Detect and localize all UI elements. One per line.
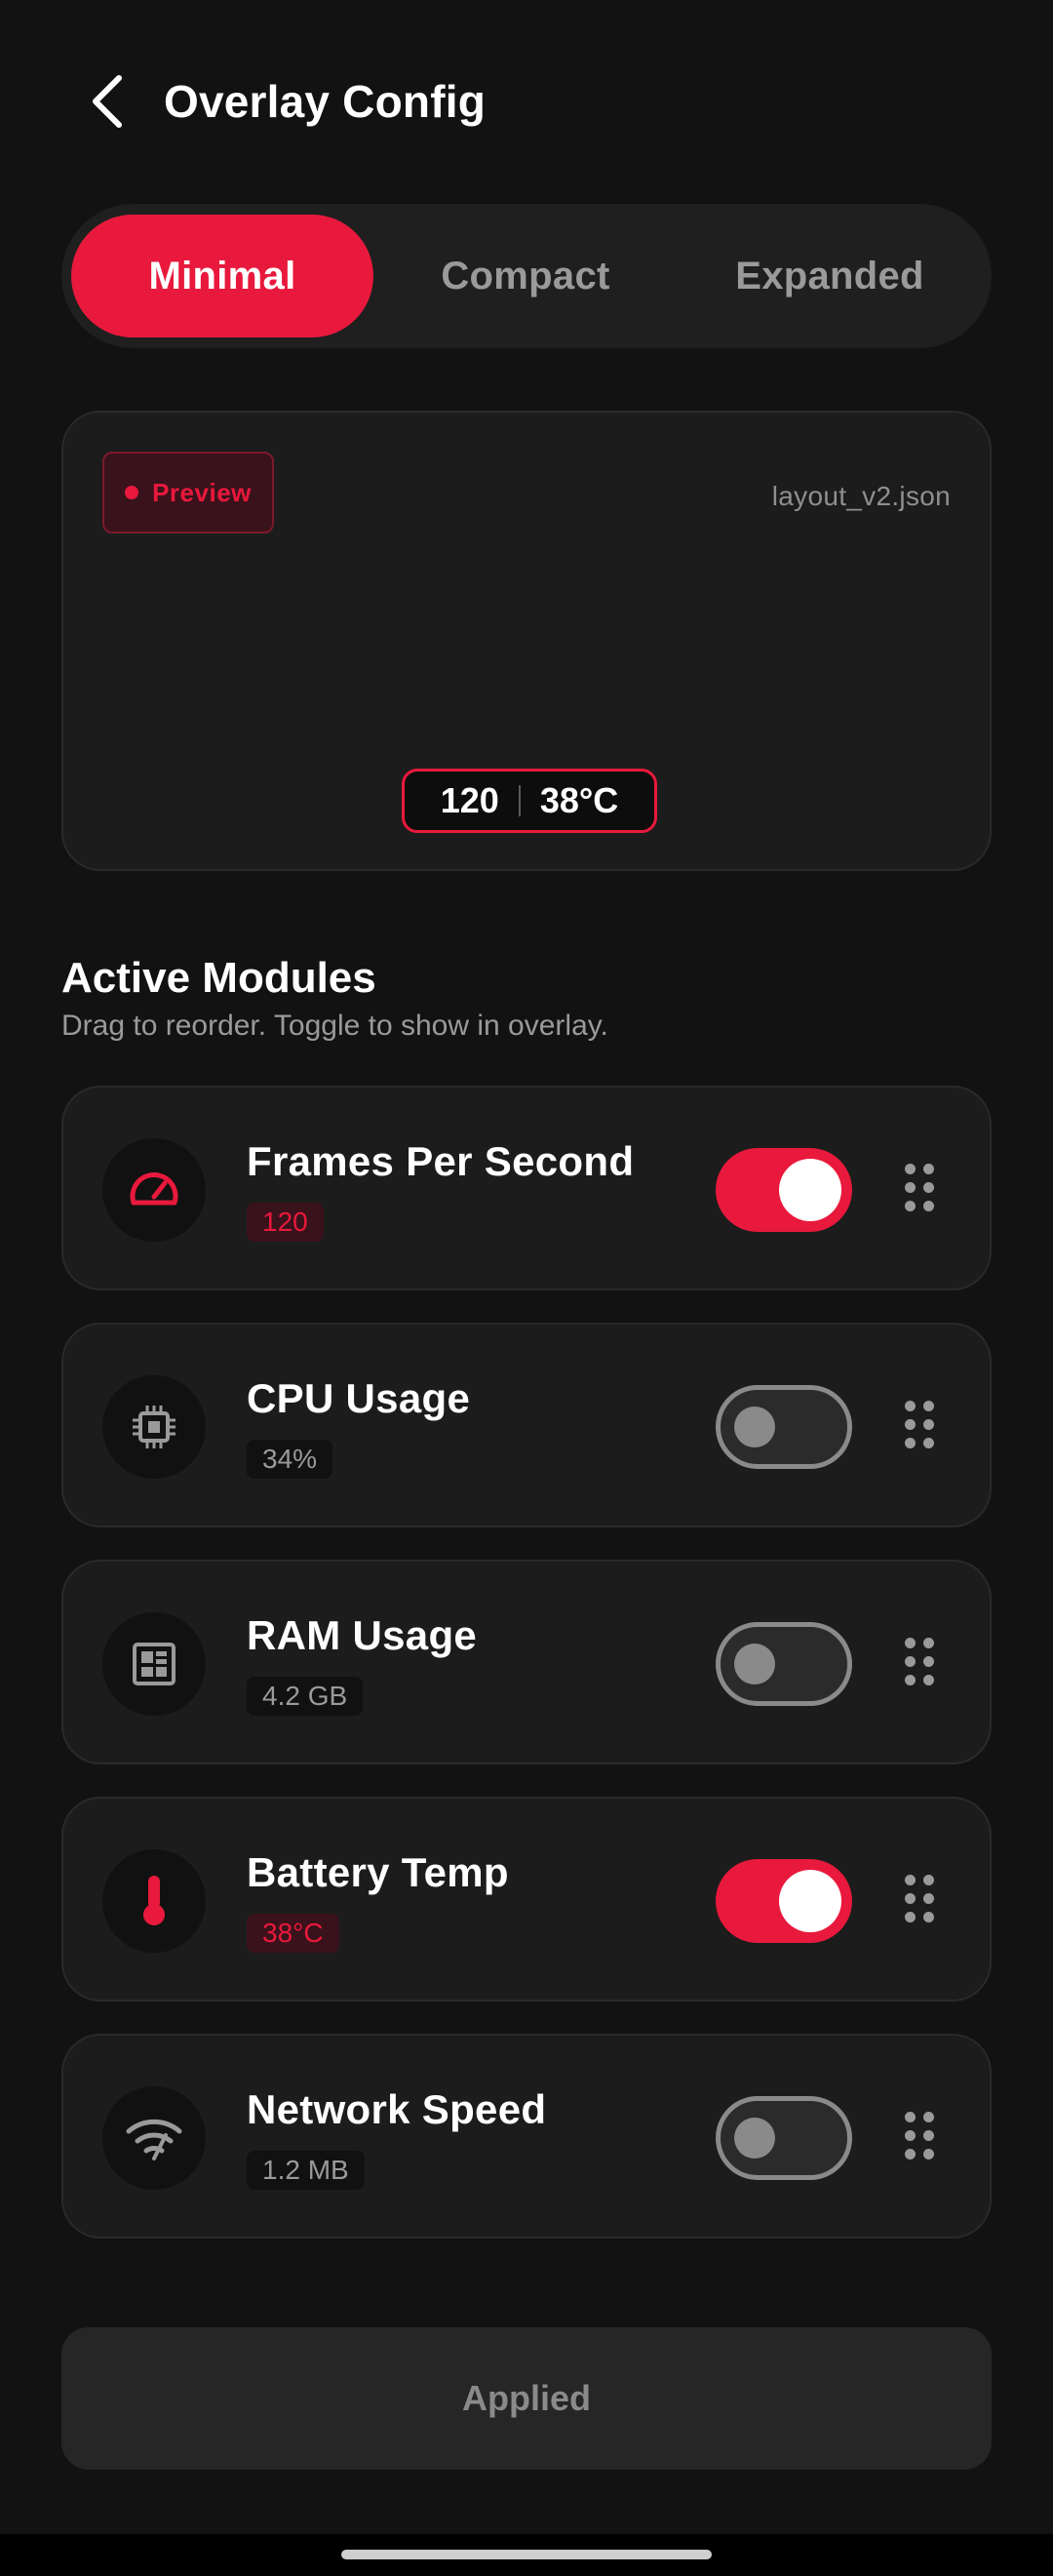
module-icon-container [102, 1612, 206, 1716]
module-name: Network Speed [247, 2086, 547, 2132]
toggle-knob [734, 1407, 775, 1447]
module-value: 34% [247, 1440, 333, 1479]
toggle-knob [779, 1159, 841, 1221]
drag-handle-icon[interactable] [905, 2112, 934, 2160]
module-name: Battery Temp [247, 1849, 509, 1895]
module-toggle[interactable] [716, 1859, 852, 1943]
module-value: 4.2 GB [247, 1677, 364, 1716]
preview-badge: Preview [102, 452, 274, 534]
tab-minimal[interactable]: Minimal [71, 215, 373, 337]
module-value: 38°C [247, 1914, 339, 1953]
drag-handle-icon[interactable] [905, 1638, 934, 1686]
preview-badge-label: Preview [152, 477, 252, 507]
preview-card: Preview layout_v2.json 120 38°C [61, 411, 992, 871]
drag-handle-icon[interactable] [905, 1875, 934, 1923]
module-value: 1.2 MB [247, 2151, 365, 2190]
page-title: Overlay Config [164, 76, 486, 127]
back-button[interactable] [78, 70, 136, 133]
tab-expanded[interactable]: Expanded [678, 215, 982, 337]
cpu-icon [133, 1406, 176, 1448]
module-name: Frames Per Second [247, 1138, 635, 1184]
speedometer-icon [130, 1171, 178, 1206]
module-icon-container [102, 1375, 206, 1479]
layout-file-name: layout_v2.json [771, 481, 951, 511]
toggle-knob [734, 2118, 775, 2159]
module-card-cpu: CPU Usage 34% [61, 1323, 992, 1527]
module-icon-container [102, 1138, 206, 1242]
module-toggle[interactable] [716, 1148, 852, 1232]
module-icon-container [102, 2086, 206, 2190]
module-name: CPU Usage [247, 1375, 471, 1421]
section-subtitle: Drag to reorder. Toggle to show in overl… [61, 1010, 608, 1042]
tab-compact[interactable]: Compact [373, 215, 678, 337]
chevron-left-icon [93, 75, 122, 128]
drag-handle-icon[interactable] [905, 1164, 934, 1212]
toggle-knob [779, 1870, 841, 1932]
overlay-mode-selector: Minimal Compact Expanded [61, 204, 992, 348]
module-icon-container [102, 1849, 206, 1953]
memory-icon [133, 1643, 176, 1685]
module-name: RAM Usage [247, 1612, 478, 1658]
module-value: 120 [247, 1203, 324, 1242]
toggle-knob [734, 1644, 775, 1684]
preview-fps-value: 120 [440, 780, 499, 820]
module-card-fps: Frames Per Second 120 [61, 1086, 992, 1290]
home-indicator[interactable] [341, 2550, 712, 2559]
module-toggle[interactable] [716, 1622, 852, 1706]
preview-temp-value: 38°C [539, 780, 619, 820]
applied-button[interactable]: Applied [61, 2327, 992, 2470]
module-card-ram: RAM Usage 4.2 GB [61, 1560, 992, 1764]
drag-handle-icon[interactable] [905, 1401, 934, 1449]
module-card-network-speed: Network Speed 1.2 MB [61, 2034, 992, 2239]
module-toggle[interactable] [716, 2096, 852, 2180]
module-card-battery-temp: Battery Temp 38°C [61, 1797, 992, 2001]
app-header: Overlay Config [0, 0, 1053, 205]
live-dot-icon [125, 486, 139, 499]
module-toggle[interactable] [716, 1385, 852, 1469]
thermometer-icon [143, 1876, 165, 1925]
section-title: Active Modules [61, 954, 376, 1002]
wifi-icon [126, 2119, 182, 2160]
overlay-preview-pill: 120 38°C [402, 769, 657, 833]
